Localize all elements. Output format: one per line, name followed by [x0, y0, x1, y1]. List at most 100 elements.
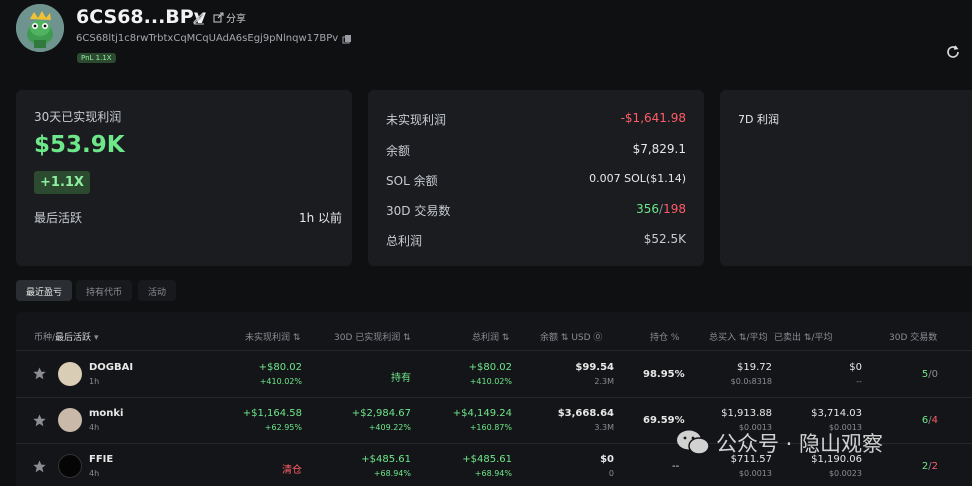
- sort-icon: ⇅: [560, 333, 569, 343]
- trades-sell: 4: [931, 415, 938, 426]
- bought-avg: $0.0013: [738, 469, 772, 478]
- col-token[interactable]: 币种/最后活跃 ▾: [34, 330, 98, 343]
- star-icon[interactable]: [33, 414, 46, 427]
- trades-sell: 198: [663, 202, 686, 216]
- col-bought[interactable]: 总买入 ⇅/平均: [709, 330, 767, 343]
- col-balance-label: 余额: [540, 333, 559, 343]
- col-trades: 30D 交易数: [889, 333, 938, 343]
- realized-cell: +$485.61: [361, 454, 411, 465]
- hold-cell: --: [672, 461, 680, 472]
- sol-balance-label: SOL 余额: [386, 174, 438, 188]
- pnl-badge: PnL 1.1X: [77, 53, 116, 63]
- token-avatar: [58, 408, 82, 432]
- copy-icon[interactable]: [342, 34, 352, 44]
- trades-value: 356/198: [636, 202, 686, 216]
- bought-cell: $1,913.88: [721, 408, 772, 419]
- sort-icon: ⇅: [501, 333, 510, 343]
- watermark: 公众号 · 隐山观察: [676, 428, 883, 458]
- balance-cell: $3,668.64: [557, 408, 614, 419]
- bought-cell: $19.72: [737, 362, 772, 373]
- balance-cell: $99.54: [575, 362, 614, 373]
- tab-holdings[interactable]: 持有代币: [76, 280, 133, 301]
- bought-avg: $0.0₅8318: [730, 377, 772, 386]
- col-sold-label: 已卖出: [774, 333, 802, 343]
- trades-buy: 356: [636, 202, 660, 216]
- wechat-icon: [677, 430, 710, 455]
- col-realized-label: 30D 已实现利润: [334, 333, 401, 343]
- tab-recent-pnl[interactable]: 最近盈亏: [16, 280, 73, 301]
- multiplier-badge: +1.1X: [34, 171, 90, 194]
- sold-cell: $3,714.03: [811, 408, 862, 419]
- share-label: 分享: [226, 14, 246, 25]
- edit-icon[interactable]: [192, 10, 206, 25]
- sold-avg: --: [856, 377, 862, 386]
- star-icon[interactable]: [33, 367, 46, 380]
- unrealized-cell: +$1,164.58: [242, 408, 302, 419]
- col-unrealized-label: 未实现利润: [245, 333, 291, 343]
- balance-value: $7,829.1: [632, 142, 686, 156]
- realized-profit-title: 30天已实现利润: [34, 110, 122, 124]
- token-avatar: [58, 362, 82, 386]
- trades-cell: 5/0: [921, 369, 938, 380]
- col-total[interactable]: 总利润 ⇅: [472, 330, 509, 343]
- refresh-icon[interactable]: [945, 44, 961, 60]
- total-profit-label: 总利润: [386, 234, 423, 248]
- sort-icon: ▾: [93, 333, 99, 343]
- balance-sub: 0: [608, 469, 614, 478]
- 7d-profit-title: 7D 利润: [738, 113, 779, 126]
- unrealized-value: -$1,641.98: [620, 111, 686, 125]
- total-pct: +410.02%: [469, 377, 512, 386]
- col-token-sort: 最后活跃: [55, 333, 92, 343]
- col-sold[interactable]: 已卖出 ⇅/平均: [774, 330, 832, 343]
- last-active-value: 1h 以前: [299, 211, 343, 225]
- total-cell: +$485.61: [462, 454, 512, 465]
- tab-activity[interactable]: 活动: [138, 280, 177, 301]
- hold-cell: 98.95%: [643, 369, 685, 380]
- sol-balance-value: 0.007 SOL($1.14): [589, 172, 686, 185]
- realized-cell: 持有: [391, 373, 411, 384]
- balance-sub: 2.3M: [594, 377, 614, 386]
- col-total-label: 总利润: [472, 333, 500, 343]
- token-last-active: 1h: [89, 377, 100, 386]
- col-balance[interactable]: 余额 ⇅ USD ⓪: [540, 330, 602, 343]
- total-pct: +160.87%: [469, 423, 512, 432]
- star-icon[interactable]: [33, 460, 46, 473]
- token-avatar: [58, 454, 82, 478]
- share-icon: [213, 12, 224, 23]
- sort-icon: ⇅: [292, 333, 301, 343]
- sort-icon: ⇅: [403, 333, 411, 343]
- currency-toggle-icon[interactable]: ⓪: [593, 333, 602, 343]
- col-hold: 持仓 %: [650, 333, 680, 343]
- share-button[interactable]: 分享: [213, 10, 246, 25]
- unrealized-pct: +62.95%: [264, 423, 302, 432]
- trades-label: 30D 交易数: [386, 204, 451, 218]
- sold-cell: $0: [849, 362, 862, 373]
- token-name[interactable]: monki: [89, 408, 124, 419]
- total-pct: +68.94%: [474, 469, 512, 478]
- col-token-label: 币种/: [34, 333, 56, 343]
- col-realized[interactable]: 30D 已实现利润 ⇅: [334, 330, 411, 343]
- unrealized-label: 未实现利润: [386, 113, 447, 127]
- trades-cell: 2/2: [921, 461, 938, 472]
- token-name[interactable]: FFIE: [89, 454, 113, 465]
- col-sold-avg: /平均: [811, 333, 833, 343]
- unrealized-cell: +$80.02: [258, 362, 302, 373]
- realized-cell: +$2,984.67: [351, 408, 411, 419]
- balance-cell: $0: [600, 454, 614, 465]
- wallet-address-text: 6CS68ltj1c8rwTrbtxCqMCqUAdA6sEgj9pNlnqw1…: [76, 33, 339, 44]
- balance-sub: 3.3M: [594, 423, 614, 432]
- trades-cell: 6/4: [921, 415, 938, 426]
- token-last-active: 4h: [89, 423, 100, 432]
- row-divider: [16, 397, 972, 398]
- trades-sell: 2: [931, 461, 938, 472]
- col-usd-label: USD: [571, 333, 591, 343]
- watermark-text: 公众号 · 隐山观察: [716, 432, 884, 456]
- token-name[interactable]: DOGBAI: [89, 362, 133, 373]
- total-profit-value: $52.5K: [643, 232, 686, 246]
- col-unrealized[interactable]: 未实现利润 ⇅: [245, 330, 300, 343]
- hold-cell: 69.59%: [643, 415, 685, 426]
- total-cell: +$80.02: [468, 362, 512, 373]
- realized-profit-value: $53.9K: [34, 132, 125, 158]
- last-active-label: 最后活跃: [34, 211, 83, 225]
- token-last-active: 4h: [89, 469, 100, 478]
